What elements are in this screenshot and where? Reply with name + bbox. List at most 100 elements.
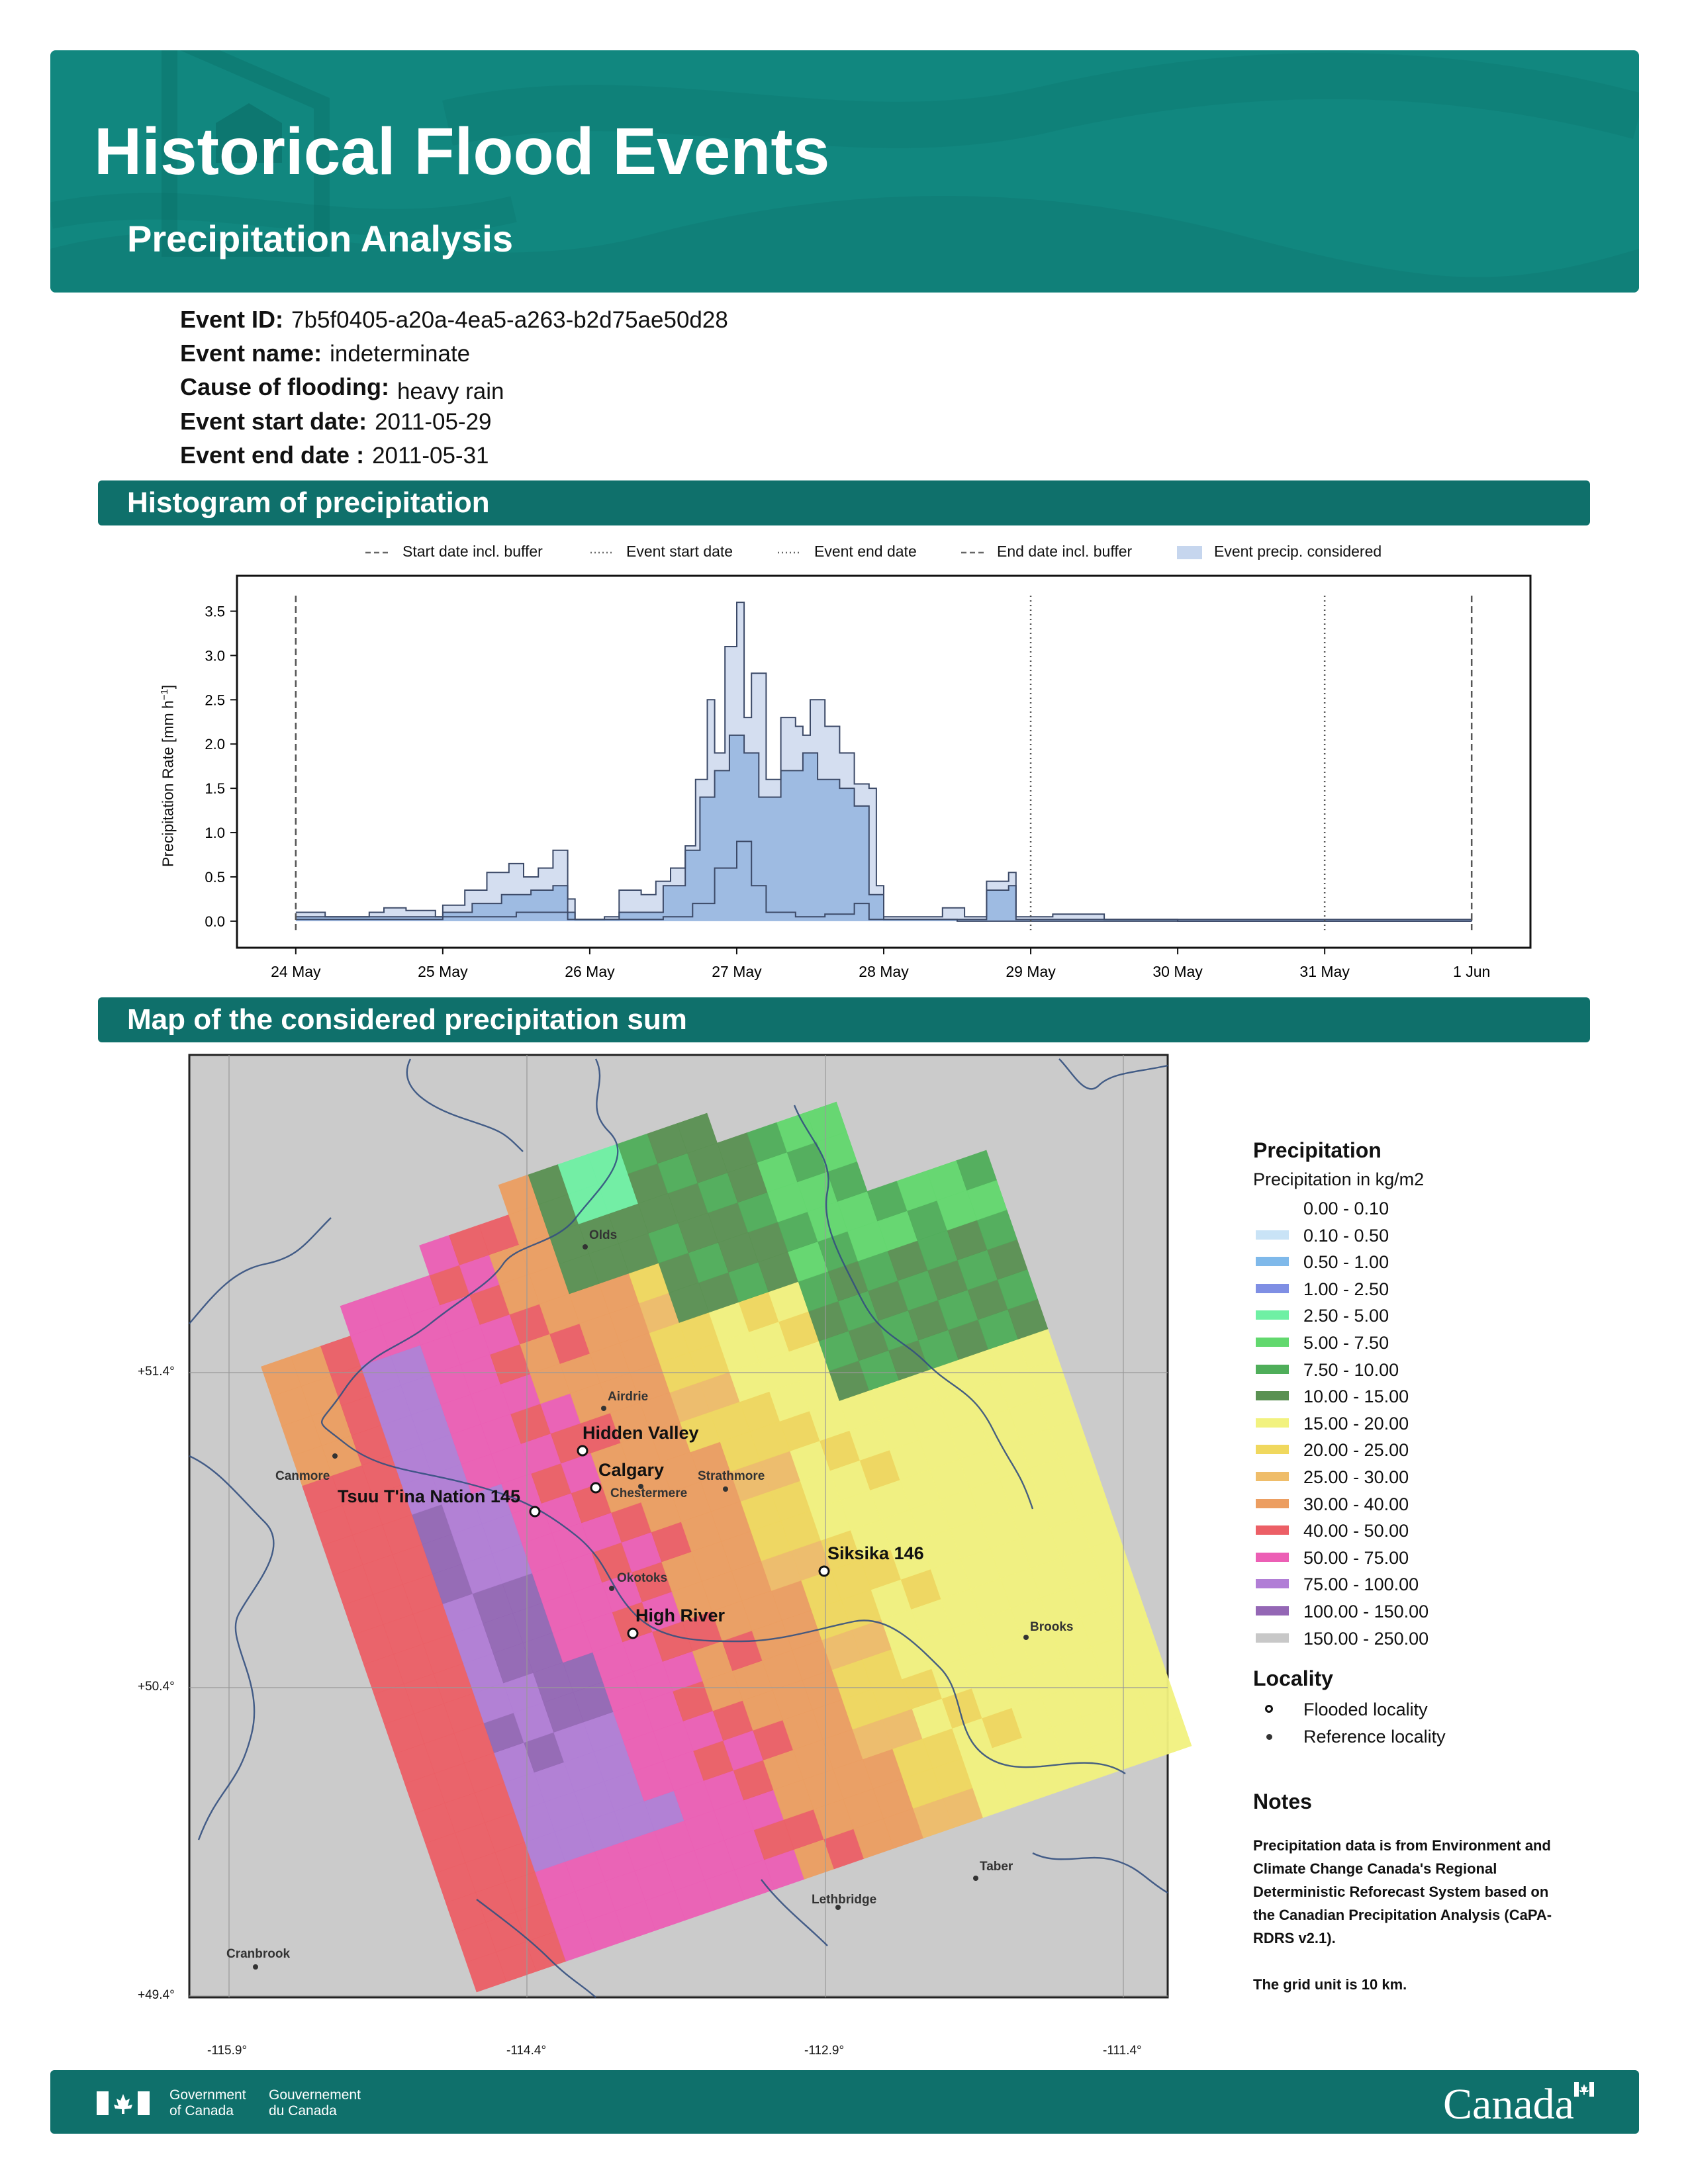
legend-bin-row: 75.00 - 100.00 (1253, 1571, 1624, 1598)
legend-bin-label: 100.00 - 150.00 (1303, 1601, 1429, 1621)
flooded-marker (577, 1445, 588, 1457)
legend-bin-swatch (1256, 1552, 1289, 1562)
xtick-label-6: 30 May (1152, 963, 1203, 980)
legend-bin-row: 0.00 - 0.10 (1253, 1195, 1624, 1222)
map-lat-label-2: +50.4° (138, 1680, 175, 1694)
legend-bin-row: 150.00 - 250.00 (1253, 1625, 1624, 1653)
legend-reference-row: Reference locality (1253, 1723, 1624, 1751)
flooded-marker (818, 1565, 830, 1577)
notes-title: Notes (1253, 1790, 1312, 1814)
xtick-label-4: 28 May (859, 963, 909, 980)
legend-bin-swatch (1256, 1525, 1289, 1535)
xtick-label-8: 1 Jun (1453, 963, 1490, 980)
legend-bin-row: 7.50 - 10.00 (1253, 1357, 1624, 1384)
flooded-marker-icon (1265, 1705, 1273, 1713)
ytick-label-0: 0.0 (205, 913, 225, 930)
reference-marker (583, 1244, 588, 1250)
legend-bin-row: 2.50 - 5.00 (1253, 1302, 1624, 1330)
legend-bin-swatch (1256, 1364, 1289, 1374)
legend-bin-swatch (1256, 1230, 1289, 1240)
legend-bin-row: 10.00 - 15.00 (1253, 1383, 1624, 1410)
notes-line: Deterministic Reforecast System based on (1253, 1884, 1549, 1901)
notes-line (1253, 1950, 1624, 1973)
legend-bin-swatch (1256, 1337, 1289, 1347)
wordmark-flag-icon (1574, 2082, 1594, 2097)
start-date-row: Event start date: 2011-05-29 (180, 408, 492, 435)
series-max-line (295, 602, 1472, 922)
legend-bin-swatch (1256, 1498, 1289, 1508)
cause-value: heavy rain (397, 379, 504, 404)
legend-bin-label: 10.00 - 15.00 (1303, 1387, 1409, 1407)
map-section-header: Map of the considered precipitation sum (98, 997, 1590, 1042)
flooded-label: Calgary (598, 1460, 664, 1480)
start-date-value: 2011-05-29 (375, 409, 492, 435)
legend-bin-label: 2.50 - 5.00 (1303, 1306, 1389, 1326)
xtick-label-2: 26 May (565, 963, 615, 980)
reference-marker (609, 1586, 614, 1591)
legend-bin-label: 50.00 - 75.00 (1303, 1547, 1409, 1568)
event-id-value: 7b5f0405-a20a-4ea5-a263-b2d75ae50d28 (291, 307, 728, 333)
legend-bin-row: 40.00 - 50.00 (1253, 1518, 1624, 1545)
page-title: Historical Flood Events (94, 114, 830, 189)
reference-marker (332, 1453, 338, 1459)
legend-bin-row: 50.00 - 75.00 (1253, 1545, 1624, 1572)
legend-bin-label: 1.00 - 2.50 (1303, 1279, 1389, 1299)
ytick-label-7: 3.5 (205, 604, 225, 620)
legend-bin-label: 0.50 - 1.00 (1303, 1252, 1389, 1273)
cause-label: Cause of flooding: (180, 373, 389, 400)
map-lat-label-3: +49.4° (138, 1988, 175, 2002)
flooded-marker (529, 1506, 541, 1518)
legend-bin-swatch (1256, 1606, 1289, 1615)
gov-fr: Gouvernement du Canada (269, 2087, 361, 2118)
legend-bin-swatch (1256, 1633, 1289, 1643)
canada-wordmark: Canada (1443, 2080, 1574, 2128)
legend-bin-swatch (1256, 1203, 1289, 1212)
end-date-label: Event end date : (180, 441, 365, 469)
reference-marker (973, 1876, 978, 1881)
legend-bin-row: 20.00 - 25.00 (1253, 1437, 1624, 1464)
legend-bin-row: 30.00 - 40.00 (1253, 1491, 1624, 1518)
event-id-row: Event ID: 7b5f0405-a20a-4ea5-a263-b2d75ae… (180, 306, 728, 334)
notes-line: the Canadian Precipitation Analysis (CaP… (1253, 1907, 1552, 1924)
legend-bin-swatch (1256, 1445, 1289, 1455)
reference-label: Cranbrook (226, 1947, 291, 1961)
precipitation-map: Hidden Valley Calgary Tsuu T'ina Nation 14… (188, 1054, 1192, 1999)
flooded-label: Tsuu T'ina Nation 145 (338, 1486, 520, 1506)
legend-bin-label: 5.00 - 7.50 (1303, 1332, 1389, 1353)
reference-label: Okotoks (617, 1571, 667, 1585)
legend-bin-row: 25.00 - 30.00 (1253, 1464, 1624, 1491)
flooded-marker (627, 1627, 639, 1639)
legend-bin-swatch (1256, 1257, 1289, 1267)
end-date-value: 2011-05-31 (372, 443, 489, 469)
legend-precip-title: Precipitation (1253, 1138, 1382, 1162)
start-date-label: Event start date: (180, 408, 367, 435)
event-name-label: Event name: (180, 340, 322, 367)
legend-bin-swatch (1256, 1579, 1289, 1589)
xtick-label-3: 27 May (712, 963, 762, 980)
end-date-row: Event end date : 2011-05-31 (180, 441, 489, 469)
reference-marker (601, 1406, 606, 1411)
legend-bin-swatch (1256, 1310, 1289, 1320)
notes-line: The grid unit is 10 km. (1253, 1976, 1407, 1993)
reference-label: Taber (980, 1860, 1013, 1874)
xtick-label-5: 29 May (1006, 963, 1056, 980)
legend-reference-label: Reference locality (1303, 1726, 1446, 1747)
map-lon-label-4: -111.4° (1103, 2044, 1142, 2058)
legend-bin-row: 0.50 - 1.00 (1253, 1249, 1624, 1276)
legend-bin-label: 0.10 - 0.50 (1303, 1225, 1389, 1246)
legend-bin-label: 7.50 - 10.00 (1303, 1359, 1399, 1380)
reference-label: Brooks (1030, 1620, 1073, 1634)
reference-label: Olds (589, 1228, 617, 1242)
footer-bar: Government of Canada Gouvernement du Canad… (50, 2070, 1639, 2134)
flooded-label: Hidden Valley (583, 1423, 699, 1443)
reference-marker-icon (1266, 1733, 1272, 1740)
xtick-label-7: 31 May (1299, 963, 1350, 980)
gov-en: Government of Canada (169, 2087, 246, 2118)
reference-label: Airdrie (608, 1390, 648, 1404)
legend-bin-label: 0.00 - 0.10 (1303, 1199, 1389, 1218)
legend-bin-label: 20.00 - 25.00 (1303, 1440, 1409, 1461)
cause-row: Cause of flooding: heavy rain (180, 373, 504, 404)
legend-bin-label: 30.00 - 40.00 (1303, 1494, 1409, 1514)
map-legend-panel: Precipitation Precipitation in kg/m2 0.0… (1253, 1138, 1624, 1996)
flooded-label: Siksika 146 (827, 1543, 924, 1563)
